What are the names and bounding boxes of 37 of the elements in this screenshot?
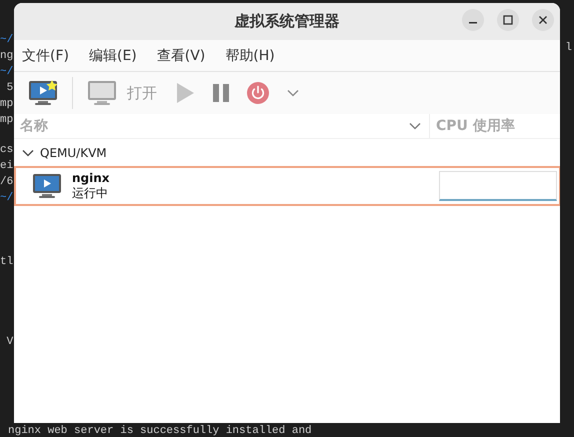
power-icon [247,82,269,104]
terminal-text: l [565,41,573,56]
terminal-text: mp [0,97,14,112]
terminal-text: ~/ [0,33,14,48]
close-button[interactable] [532,9,554,31]
pause-icon [213,84,229,102]
terminal-text: tl [0,255,14,270]
maximize-icon [503,15,513,25]
terminal-text: 5 [6,81,14,96]
minimize-icon [469,22,477,24]
terminal-text: ng [0,49,14,64]
terminal-text: /6 [0,175,14,190]
terminal-text: nginx web server is successfully installed and [8,425,312,437]
terminal-text: ~/ [0,191,14,206]
window-title: 虚拟系统管理器 [234,12,340,31]
terminal-text: cs [0,143,14,158]
menu-item[interactable]: 编辑(E) [84,44,141,66]
terminal-text: ei [0,159,14,174]
connection-row[interactable]: QEMU/KVM [14,139,560,166]
menu-item[interactable]: 文件(F) [18,44,73,66]
vm-status: 运行中 [72,185,109,202]
terminal-text: ~/ [0,65,14,80]
vm-row[interactable]: nginx 运行中 [14,166,560,206]
monitor-icon [28,80,58,106]
caret-icon [409,122,421,130]
minimize-button[interactable] [462,9,484,31]
caret-icon [287,89,299,97]
close-icon [538,15,548,25]
vm-name: nginx [72,170,111,184]
terminal-text: V [6,335,14,350]
menu-item[interactable]: 查看(V) [152,44,210,66]
terminal-text: mp [0,113,14,128]
expander-icon[interactable] [22,148,34,156]
monitor-icon [87,80,117,106]
play-icon [175,82,195,104]
maximize-button[interactable] [497,9,519,31]
menu-item[interactable]: 帮助(H) [221,44,279,66]
